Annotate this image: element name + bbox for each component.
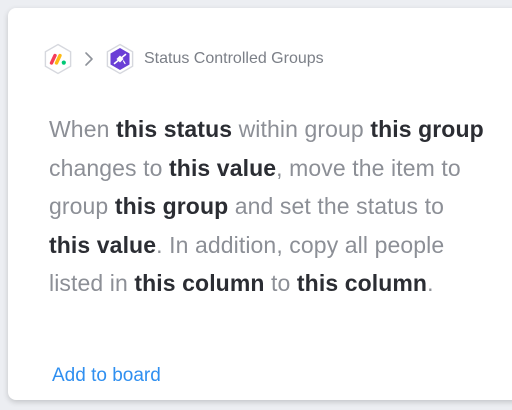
recipe-placeholder[interactable]: this group xyxy=(115,193,228,219)
recipe-placeholder[interactable]: this column xyxy=(297,270,427,296)
recipe-text: and set the status to xyxy=(228,193,444,220)
recipe-placeholder[interactable]: this status xyxy=(116,116,232,142)
recipe-text: to xyxy=(264,270,297,297)
recipe-placeholder[interactable]: this group xyxy=(370,116,483,142)
recipe-placeholder[interactable]: this value xyxy=(169,155,276,181)
add-to-board-link[interactable]: Add to board xyxy=(52,365,161,387)
monday-logo-icon xyxy=(42,43,74,75)
recipe-text: . xyxy=(427,270,434,297)
recipe-header: Status Controlled Groups xyxy=(42,42,324,76)
chevron-right-icon xyxy=(80,50,98,68)
recipe-placeholder[interactable]: this column xyxy=(134,270,264,296)
recipe-text: within group xyxy=(232,116,371,142)
recipe-placeholder[interactable]: this value xyxy=(49,232,156,258)
recipe-text: changes to xyxy=(49,154,170,181)
recipe-title: Status Controlled Groups xyxy=(144,50,324,67)
recipe-text: When xyxy=(49,116,116,142)
recipe-description: When this status within group this group… xyxy=(49,110,489,303)
recipe-card: Status Controlled Groups When this statu… xyxy=(8,8,512,400)
satellite-icon xyxy=(104,43,136,75)
